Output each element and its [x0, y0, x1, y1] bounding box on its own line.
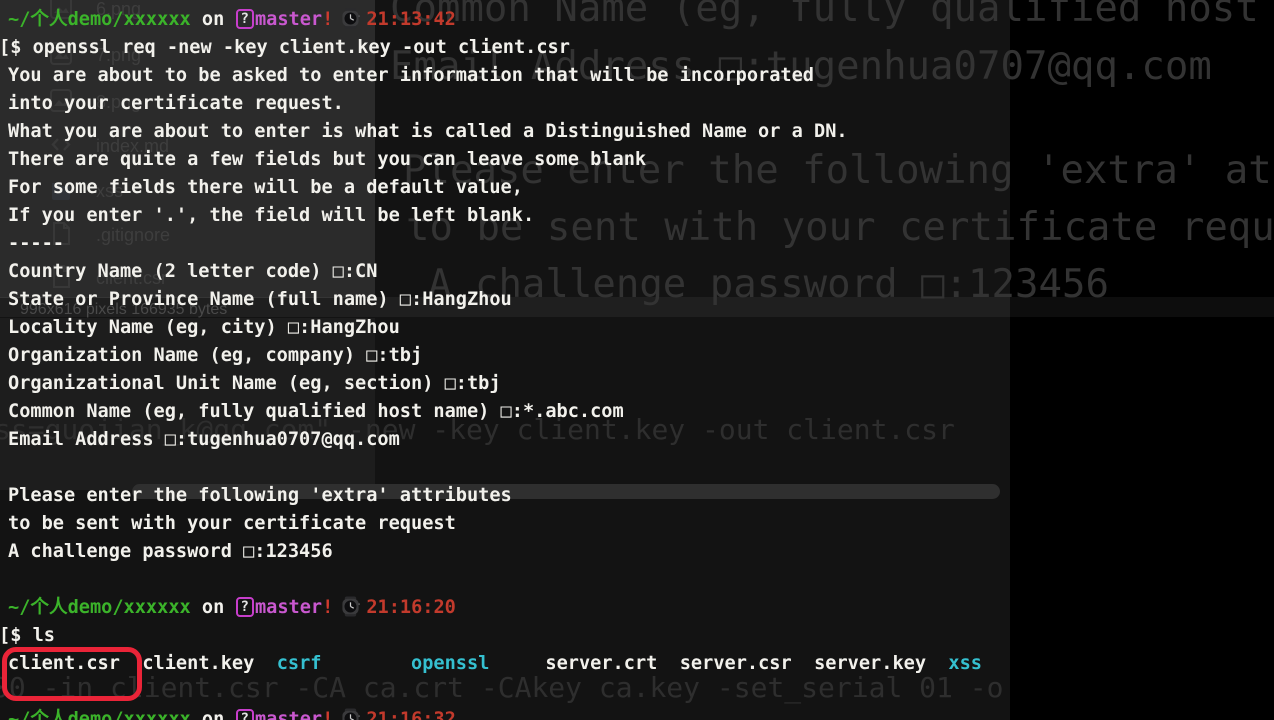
terminal-text: If you enter '.', the field will be left… [8, 205, 534, 226]
terminal-text: Organizational Unit Name (eg, section) □… [8, 373, 501, 394]
terminal-text: You are about to be asked to enter infor… [8, 65, 814, 86]
ls-spacing [254, 653, 276, 674]
terminal-text: into your certificate request. [8, 93, 344, 114]
ls-directory-name: csrf [277, 653, 322, 674]
terminal-text: Common Name (eg, fully qualified host na… [8, 401, 624, 422]
ls-file-name: server.crt [545, 653, 657, 674]
watch-icon [341, 708, 360, 720]
command-line: [$ ls [0, 622, 1268, 650]
terminal-output-line: Common Name (eg, fully qualified host na… [8, 398, 1268, 426]
terminal-text: Email Address □:tugenhua0707@qq.com [8, 429, 400, 450]
ls-spacing [489, 653, 545, 674]
ls-spacing [926, 653, 948, 674]
terminal-text-area: ~/个人demo/xxxxxx on ?master!21:13:42[$ op… [8, 6, 1268, 720]
watch-icon [341, 596, 360, 626]
prompt-time: 21:13:42 [366, 9, 456, 30]
ls-spacing [321, 653, 411, 674]
terminal-text: What you are about to enter is what is c… [8, 121, 848, 142]
terminal-text: State or Province Name (full name) □:Han… [8, 289, 512, 310]
git-branch-name: master [255, 9, 322, 30]
terminal-output-line: State or Province Name (full name) □:Han… [8, 286, 1268, 314]
prompt-time: 21:16:32 [366, 709, 456, 720]
git-branch-name: master [255, 709, 322, 720]
git-dirty-indicator: ! [322, 709, 333, 720]
terminal-text: [$ openssl req -new -key client.key -out… [0, 37, 570, 58]
terminal-output-line: Email Address □:tugenhua0707@qq.com [8, 426, 1268, 454]
command-line: [$ openssl req -new -key client.key -out… [0, 34, 1268, 62]
terminal-text: Locality Name (eg, city) □:HangZhou [8, 317, 400, 338]
prompt-path: ~/个人demo/xxxxxx [8, 9, 191, 30]
git-dirty-indicator: ! [322, 9, 333, 30]
blank-line [8, 678, 1268, 706]
shell-prompt: ~/个人demo/xxxxxx on ?master! 21:13:42 [8, 6, 1268, 34]
prompt-time: 21:16:20 [366, 597, 456, 618]
terminal-text: Please enter the following 'extra' attri… [8, 485, 512, 506]
ls-output-row: client.csr client.key csrf openssl serve… [8, 650, 1268, 678]
prompt-separator: on [191, 709, 236, 720]
terminal-output-line: Country Name (2 letter code) □:CN [8, 258, 1268, 286]
git-branch-name: master [255, 597, 322, 618]
git-branch-icon: ? [236, 709, 254, 720]
ls-file-name: server.csr [680, 653, 792, 674]
terminal-output-line: to be sent with your certificate request [8, 510, 1268, 538]
ls-spacing [120, 653, 142, 674]
terminal-output-line: If you enter '.', the field will be left… [8, 202, 1268, 230]
ls-file-name: client.csr [8, 653, 120, 674]
terminal-text: Organization Name (eg, company) □:tbj [8, 345, 422, 366]
terminal-output-line: ----- [8, 230, 1268, 258]
ls-file-name: server.key [814, 653, 926, 674]
terminal-text: There are quite a few fields but you can… [8, 149, 646, 170]
terminal-output-line: Please enter the following 'extra' attri… [8, 482, 1268, 510]
terminal-text: A challenge password □:123456 [8, 541, 333, 562]
git-branch-icon: ? [236, 597, 254, 617]
shell-prompt: ~/个人demo/xxxxxx on ?master! 21:16:20 [8, 594, 1268, 622]
terminal-output-line: Organization Name (eg, company) □:tbj [8, 342, 1268, 370]
ls-directory-name: openssl [411, 653, 489, 674]
blank-line [8, 454, 1268, 482]
terminal-output-line: A challenge password □:123456 [8, 538, 1268, 566]
prompt-path: ~/个人demo/xxxxxx [8, 709, 191, 720]
terminal-output-line: Locality Name (eg, city) □:HangZhou [8, 314, 1268, 342]
git-dirty-indicator: ! [322, 597, 333, 618]
prompt-separator: on [191, 597, 236, 618]
shell-prompt: ~/个人demo/xxxxxx on ?master! 21:16:32 [8, 706, 1268, 720]
ls-file-name: client.key [142, 653, 254, 674]
terminal-output-line: For some fields there will be a default … [8, 174, 1268, 202]
terminal-text: [$ ls [0, 625, 55, 646]
prompt-path: ~/个人demo/xxxxxx [8, 597, 191, 618]
terminal-text: ----- [8, 233, 64, 254]
ls-directory-name: xss [948, 653, 982, 674]
terminal-screen[interactable]: Common Name (eg, fully qualified host na… [0, 0, 1274, 720]
terminal-text: to be sent with your certificate request [8, 513, 456, 534]
git-branch-icon: ? [236, 9, 254, 29]
terminal-output-line: You are about to be asked to enter infor… [8, 62, 1268, 90]
ls-spacing [657, 653, 679, 674]
terminal-text: For some fields there will be a default … [8, 177, 523, 198]
terminal-output-line: What you are about to enter is what is c… [8, 118, 1268, 146]
blank-line [8, 566, 1268, 594]
ls-spacing [792, 653, 814, 674]
terminal-output-line: Organizational Unit Name (eg, section) □… [8, 370, 1268, 398]
terminal-text: Country Name (2 letter code) □:CN [8, 261, 377, 282]
terminal-output-line: There are quite a few fields but you can… [8, 146, 1268, 174]
prompt-separator: on [191, 9, 236, 30]
terminal-output-line: into your certificate request. [8, 90, 1268, 118]
